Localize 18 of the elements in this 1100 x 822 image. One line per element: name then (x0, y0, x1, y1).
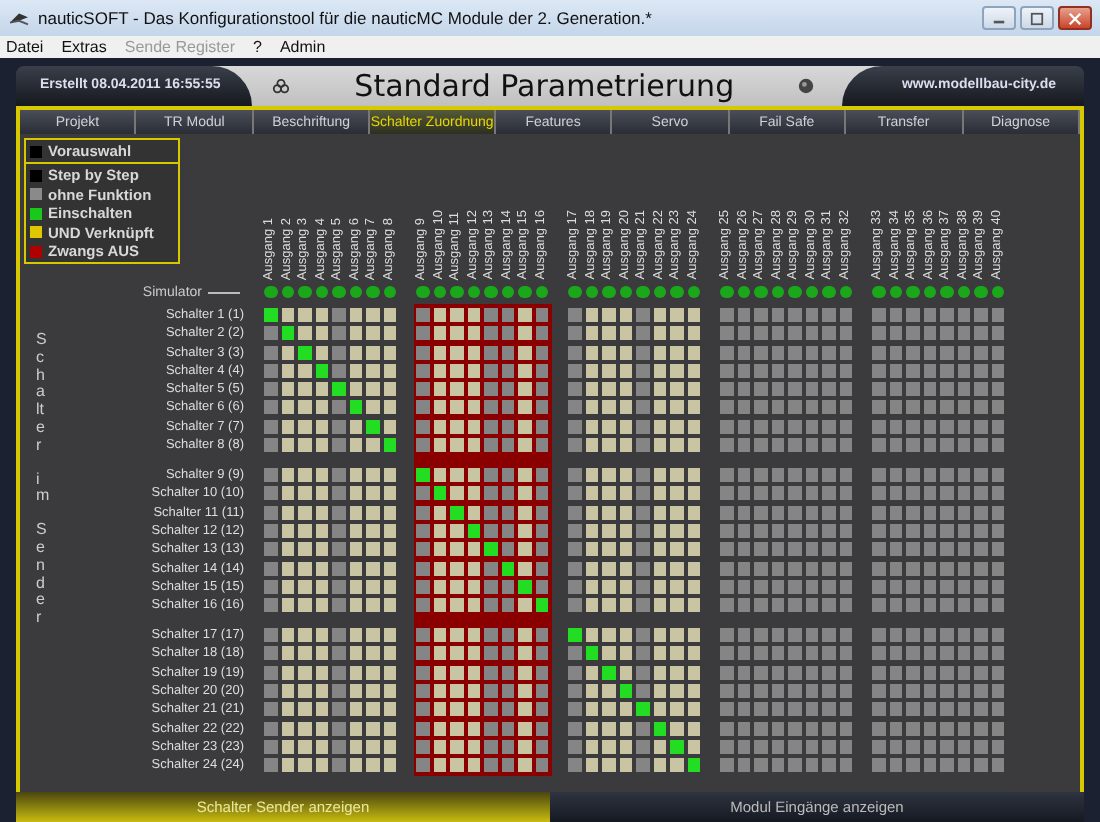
app-icon (8, 9, 30, 27)
side-label: Schalter (36, 332, 48, 456)
menu-item[interactable]: ? (253, 38, 262, 56)
menu-item[interactable]: Admin (279, 38, 326, 56)
minimize-button[interactable] (982, 6, 1016, 30)
close-icon (1068, 11, 1082, 25)
menu-item[interactable]: Datei (6, 38, 44, 56)
maximize-button[interactable] (1020, 6, 1054, 30)
side-label: Sender (36, 522, 48, 628)
flower-icon (272, 77, 291, 95)
side-label: im (36, 471, 48, 507)
window-title: nauticSOFT - Das Konfigurationstool für die nauticMC Module der 2. Generation.* (38, 8, 654, 28)
maximize-icon (1030, 11, 1044, 25)
menu-item[interactable]: Extras (61, 38, 107, 56)
close-button[interactable] (1058, 6, 1092, 30)
leader-line (208, 291, 240, 293)
page-title: Standard Parametrierung (352, 68, 737, 104)
status-dot-icon (797, 78, 814, 94)
